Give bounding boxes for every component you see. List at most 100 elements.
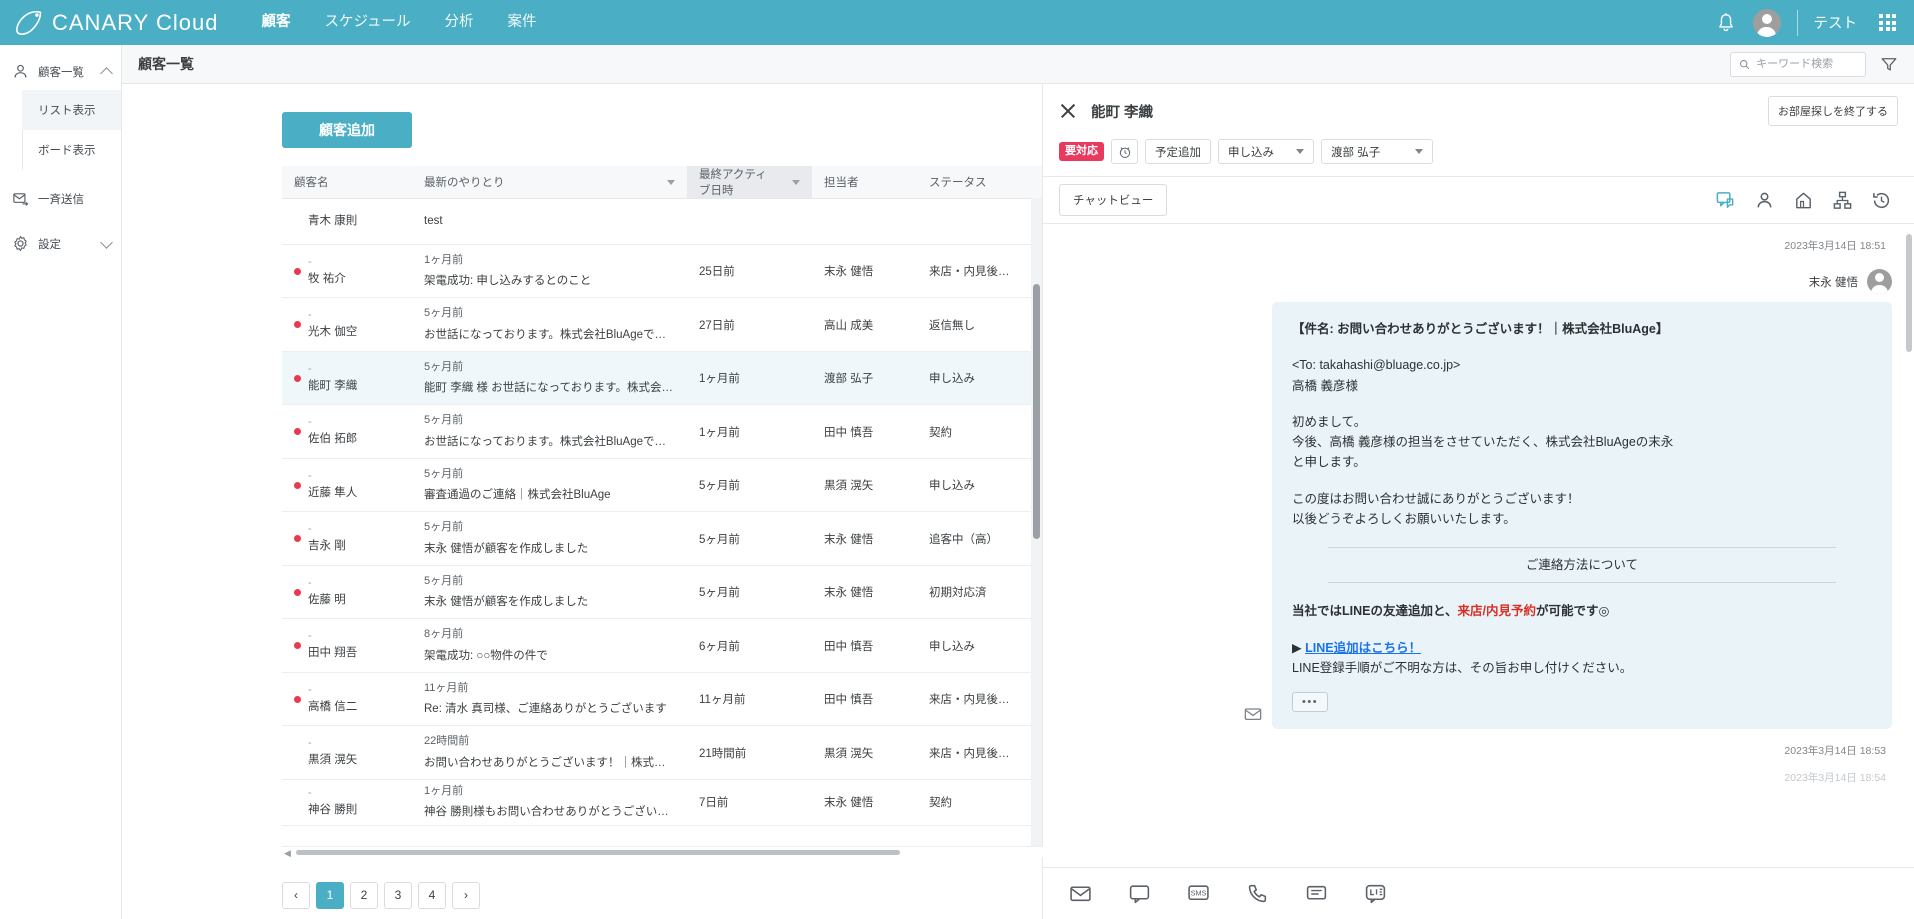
person-icon[interactable] xyxy=(1754,190,1775,211)
sidebar-item-list-view[interactable]: リスト表示 xyxy=(22,90,121,130)
end-room-search-button[interactable]: お部屋探しを終了する xyxy=(1768,96,1898,126)
column-header-source[interactable]: 反響元 xyxy=(1037,166,1042,199)
divider xyxy=(1797,10,1798,36)
table-row[interactable]: - 光木 伽空 5ヶ月前 お世話になっております。株式会社 xyxy=(282,298,1042,351)
avatar[interactable] xyxy=(1753,9,1781,37)
chat-message-row: 【件名: お問い合わせありがとうございます！｜株式会社BluAge】 <To: … xyxy=(1065,302,1892,729)
message-more-button[interactable]: ••• xyxy=(1292,692,1328,712)
column-header-owner[interactable]: 担当者 xyxy=(812,166,917,199)
table-row[interactable]: - 近藤 隼人 5ヶ月前 審査通過のご連絡｜株式会社Blu xyxy=(282,458,1042,511)
message-line-5: 以後どうぞよろしくお願いいたします。 xyxy=(1292,509,1872,529)
table-horizontal-scrollbar[interactable]: ◀ ▶ xyxy=(282,846,1172,857)
nav-item-projects[interactable]: 案件 xyxy=(491,0,554,45)
sms-icon[interactable]: SMS xyxy=(1187,882,1210,905)
table-row[interactable]: - 高橋 信二 11ヶ月前 Re: 清水 真司様、ご連絡あ xyxy=(282,672,1042,725)
table-row[interactable]: - 佐藤 明 5ヶ月前 末永 健悟が顧客を作成しました xyxy=(282,565,1042,618)
message-time: 1ヶ月前 xyxy=(424,253,675,268)
nav-item-customers[interactable]: 顧客 xyxy=(245,0,308,45)
sidebar-item-label: 設定 xyxy=(38,236,93,252)
cell-customer-name: - 高橋 信二 xyxy=(282,672,412,725)
line-icon[interactable] xyxy=(1364,882,1387,905)
chat-vertical-scrollbar[interactable] xyxy=(1906,234,1912,857)
add-schedule-button[interactable]: 予定追加 xyxy=(1145,139,1211,164)
sidebar-item-bulk-send[interactable]: 一斉送信 xyxy=(0,180,121,217)
sidebar-item-customer-list[interactable]: 顧客一覧 xyxy=(0,53,121,90)
sidebar-item-board-view[interactable]: ボード表示 xyxy=(22,130,121,170)
table-row[interactable]: - 佐伯 拓郎 5ヶ月前 お世話になっております。株式会社 xyxy=(282,405,1042,458)
nav-item-schedule[interactable]: スケジュール xyxy=(308,0,428,45)
pagination-page-1[interactable]: 1 xyxy=(316,882,344,909)
nav-item-analytics[interactable]: 分析 xyxy=(428,0,491,45)
bell-icon[interactable] xyxy=(1715,12,1737,34)
cell-owner: 黒須 滉矢 xyxy=(812,726,917,779)
add-button-row: 顧客追加 xyxy=(122,112,1042,166)
search-input[interactable] xyxy=(1756,58,1857,70)
table-scroll-region[interactable]: 顧客名 最新のやりとり xyxy=(282,166,1042,846)
cell-owner: 田中 慎吾 xyxy=(812,619,917,672)
column-header-latest-message[interactable]: 最新のやりとり xyxy=(412,166,687,199)
message-time: 8ヶ月前 xyxy=(424,627,675,642)
message-time: 11ヶ月前 xyxy=(424,681,675,696)
cell-status: 来店・内見後… xyxy=(917,726,1037,779)
chat-bubble-icon[interactable] xyxy=(1128,882,1151,905)
compose-toolbar: SMS xyxy=(1043,867,1914,919)
pagination-prev[interactable]: ‹ xyxy=(282,882,310,909)
cell-latest-message: test xyxy=(412,199,687,245)
pagination-page-2[interactable]: 2 xyxy=(350,882,378,909)
chevron-down-icon[interactable] xyxy=(667,180,675,185)
add-customer-button[interactable]: 顧客追加 xyxy=(282,112,412,148)
mail-icon[interactable] xyxy=(1069,882,1092,905)
table-row[interactable]: - 能町 李織 5ヶ月前 能町 李織 様 お世話になってお xyxy=(282,351,1042,404)
sitemap-icon[interactable] xyxy=(1832,190,1853,211)
scroll-left-arrow-icon[interactable]: ◀ xyxy=(284,848,291,859)
table-row[interactable]: - 田中 翔吾 8ヶ月前 架電成功: ○○物件の件で xyxy=(282,619,1042,672)
cell-owner: 田中 慎吾 xyxy=(812,672,917,725)
column-header-status[interactable]: ステータス xyxy=(917,166,1037,199)
play-triangle-icon: ▶ xyxy=(1292,641,1302,655)
mail-icon xyxy=(1244,705,1262,723)
filter-icon[interactable] xyxy=(1880,55,1898,73)
chevron-down-icon[interactable] xyxy=(792,180,800,185)
pagination-page-3[interactable]: 3 xyxy=(384,882,412,909)
table-row[interactable]: - 神谷 勝則 1ヶ月前 神谷 勝則様もお問い合わせありが xyxy=(282,779,1042,825)
table-row[interactable]: - 黒須 滉矢 22時間前 お問い合わせありがとうございま xyxy=(282,726,1042,779)
search-box[interactable] xyxy=(1730,52,1866,77)
cell-last-active: 1ヶ月前 xyxy=(687,351,812,404)
cell-owner: 末永 健悟 xyxy=(812,512,917,565)
spacer xyxy=(1292,473,1872,489)
customer-name: 牧 祐介 xyxy=(308,271,346,288)
detail-tab-icons xyxy=(1715,190,1898,211)
column-header-last-active[interactable]: 最終アクティブ日時 xyxy=(687,166,812,199)
status-select[interactable]: 申し込み xyxy=(1218,139,1314,164)
table-vertical-scrollbar[interactable]: ▲ xyxy=(1031,166,1042,846)
message-text: Re: 清水 真司様、ご連絡ありがとうございます xyxy=(424,701,675,717)
pagination-page-4[interactable]: 4 xyxy=(418,882,446,909)
scrollbar-thumb[interactable] xyxy=(296,850,900,855)
chat-icon[interactable] xyxy=(1715,190,1736,211)
brand-logo-area[interactable]: CANARY Cloud xyxy=(14,9,219,37)
scrollbar-thumb[interactable] xyxy=(1906,234,1912,352)
alarm-clock-icon[interactable] xyxy=(1111,139,1138,164)
username-label[interactable]: テスト xyxy=(1814,12,1858,33)
customer-name: 佐伯 拓郎 xyxy=(308,431,357,448)
line-add-link[interactable]: LINE追加はこちら！ xyxy=(1305,641,1421,655)
sidebar-item-settings[interactable]: 設定 xyxy=(0,225,121,262)
history-icon[interactable] xyxy=(1871,190,1892,211)
chevron-down-icon xyxy=(1415,149,1423,154)
chat-view-button[interactable]: チャットビュー xyxy=(1059,184,1167,216)
chat-message-bubble[interactable]: 【件名: お問い合わせありがとうございます！｜株式会社BluAge】 <To: … xyxy=(1272,302,1892,729)
gear-icon xyxy=(12,235,29,252)
close-icon[interactable] xyxy=(1059,102,1077,120)
column-header-customer-name[interactable]: 顧客名 xyxy=(282,166,412,199)
table-row[interactable]: 青木 康則 test xyxy=(282,199,1042,245)
chat-area[interactable]: 2023年3月14日 18:51 末永 健悟 【件名: お問い合わせあ xyxy=(1043,224,1914,867)
pagination-next[interactable]: › xyxy=(452,882,480,909)
table-row[interactable]: - 吉永 剛 5ヶ月前 末永 健悟が顧客を作成しました xyxy=(282,512,1042,565)
message-icon[interactable] xyxy=(1305,882,1328,905)
apps-grid-icon[interactable] xyxy=(1879,14,1896,31)
home-icon[interactable] xyxy=(1793,190,1814,211)
owner-select[interactable]: 渡部 弘子 xyxy=(1321,139,1433,164)
phone-icon[interactable] xyxy=(1246,882,1269,905)
scrollbar-thumb[interactable] xyxy=(1033,284,1040,539)
table-row[interactable]: - 牧 祐介 1ヶ月前 架電成功: 申し込みするとのこと xyxy=(282,245,1042,298)
